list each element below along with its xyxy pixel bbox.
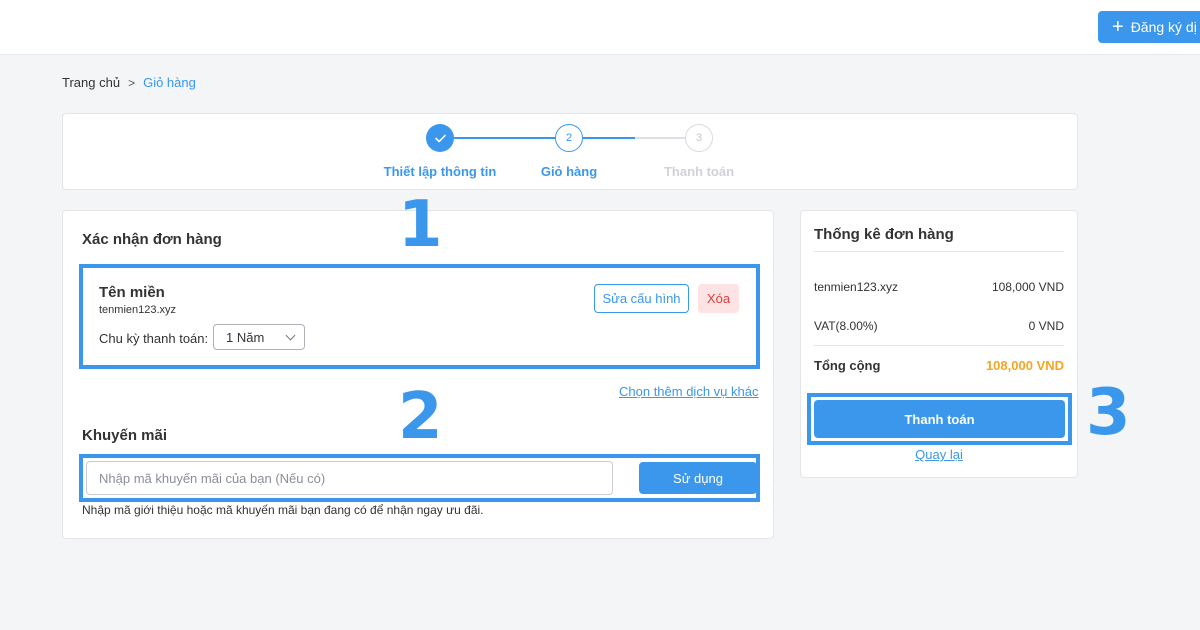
order-confirm-title: Xác nhận đơn hàng xyxy=(82,231,222,248)
summary-row-value: 0 VND xyxy=(1028,319,1064,333)
add-more-services-link[interactable]: Chọn thêm dịch vụ khác xyxy=(619,384,758,399)
apply-promo-button[interactable]: Sử dụng xyxy=(639,462,757,494)
total-value: 108,000 VND xyxy=(985,358,1064,373)
summary-total-row: Tổng cộng 108,000 VND xyxy=(814,358,1064,373)
step-2-label: Giỏ hàng xyxy=(540,164,598,179)
annotation-number-2: 2 xyxy=(398,380,443,454)
item-name: Tên miền xyxy=(99,284,165,301)
breadcrumb-home[interactable]: Trang chủ xyxy=(62,75,120,90)
breadcrumb: Trang chủ > Giỏ hàng xyxy=(62,75,196,90)
step-3-label: Thanh toán xyxy=(663,164,735,179)
chevron-down-icon xyxy=(285,330,296,340)
total-label: Tổng cộng xyxy=(814,358,881,373)
promo-highlight: Sử dụng xyxy=(79,454,760,502)
pay-highlight: Thanh toán xyxy=(807,393,1072,445)
breadcrumb-current[interactable]: Giỏ hàng xyxy=(143,75,196,90)
summary-row-label: tenmien123.xyz xyxy=(814,280,899,294)
plus-icon: + xyxy=(1112,16,1124,38)
step-connector xyxy=(454,137,555,139)
top-bar: + Đăng ký dị xyxy=(0,0,1200,55)
summary-row-value: 108,000 VND xyxy=(991,280,1064,294)
checkout-steps: 2 3 Thiết lập thông tin Giỏ hàng Thanh t… xyxy=(62,113,1078,190)
summary-row: VAT(8.00%) 0 VND xyxy=(814,319,1064,333)
chevron-right-icon: > xyxy=(128,75,136,90)
register-label: Đăng ký dị xyxy=(1130,19,1197,35)
divider xyxy=(814,251,1064,252)
step-2-circle: 2 xyxy=(555,124,583,152)
summary-title: Thống kê đơn hàng xyxy=(814,226,954,243)
annotation-number-1: 1 xyxy=(398,188,443,262)
step-1-done-check-icon xyxy=(426,124,454,152)
billing-cycle-select[interactable]: 1 Năm xyxy=(213,324,305,350)
pay-button[interactable]: Thanh toán xyxy=(814,400,1065,438)
step-connector xyxy=(583,137,635,139)
back-link[interactable]: Quay lại xyxy=(801,447,1077,462)
promo-code-input[interactable] xyxy=(86,461,613,495)
billing-cycle-label: Chu kỳ thanh toán: xyxy=(99,331,209,346)
edit-config-button[interactable]: Sửa cấu hình xyxy=(594,284,689,313)
step-1-label: Thiết lập thông tin xyxy=(383,164,497,179)
step-connector xyxy=(635,137,685,139)
billing-cycle-value: 1 Năm xyxy=(226,329,265,345)
promo-title: Khuyến mãi xyxy=(82,427,168,444)
annotation-number-3: 3 xyxy=(1086,376,1131,450)
item-domain: tenmien123.xyz xyxy=(99,304,177,316)
order-summary-panel: Thống kê đơn hàng tenmien123.xyz 108,000… xyxy=(800,210,1078,478)
divider xyxy=(814,345,1064,346)
delete-item-button[interactable]: Xóa xyxy=(698,284,739,313)
step-3-circle: 3 xyxy=(685,124,713,152)
summary-row: tenmien123.xyz 108,000 VND xyxy=(814,280,1064,294)
register-button[interactable]: + Đăng ký dị xyxy=(1098,11,1200,43)
promo-hint: Nhập mã giới thiệu hoặc mã khuyến mãi bạ… xyxy=(82,503,484,517)
cart-item-highlight: Tên miền tenmien123.xyz Chu kỳ thanh toá… xyxy=(79,264,760,369)
summary-row-label: VAT(8.00%) xyxy=(814,319,878,333)
